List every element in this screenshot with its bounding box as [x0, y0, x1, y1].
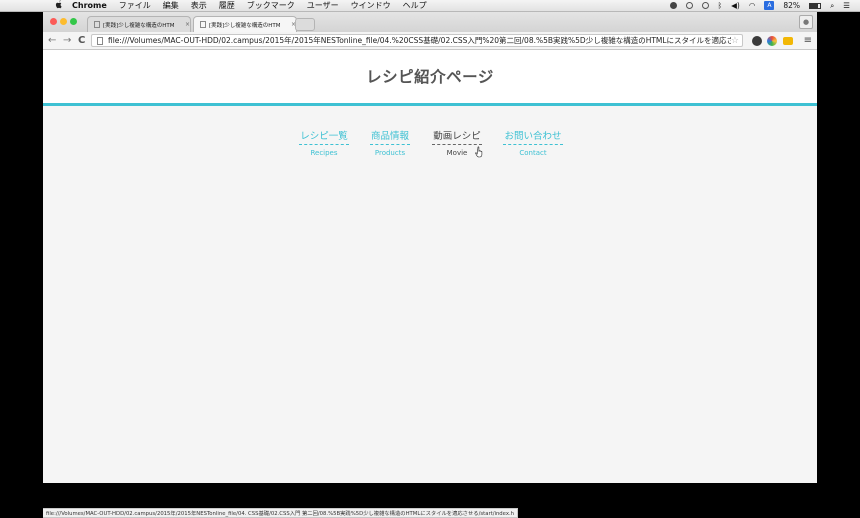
nav-label-jp: お問い合わせ: [503, 128, 563, 145]
page-title: レシピ紹介ページ: [366, 68, 494, 86]
page-icon: [94, 21, 100, 28]
new-tab-button[interactable]: [295, 18, 315, 31]
nav-item-recipes[interactable]: レシピ一覧 Recipes: [299, 128, 349, 157]
tab-title: [実践]少し複雑な構造のHTM: [103, 22, 175, 29]
battery-percent: 82%: [783, 1, 801, 10]
menu-view[interactable]: 表示: [191, 0, 207, 11]
hand-pointer-cursor-icon: [475, 146, 483, 158]
zoom-window-button[interactable]: [70, 18, 77, 25]
address-bar-url[interactable]: file:///Volumes/MAC-OUT-HDD/02.campus/20…: [108, 35, 731, 46]
notification-center-icon[interactable]: ☰: [843, 1, 850, 10]
nav-item-products[interactable]: 商品情報 Products: [370, 128, 410, 157]
status-bar-link-preview: file:///Volumes/MAC-OUT-HDD/02.campus/20…: [43, 508, 519, 518]
nav-label-en: Contact: [519, 149, 547, 157]
reload-button[interactable]: C: [78, 34, 85, 47]
page-icon: [200, 21, 206, 28]
nav-label-jp: 動画レシピ: [432, 128, 482, 145]
menu-bookmarks[interactable]: ブックマーク: [247, 0, 295, 11]
forward-button[interactable]: →: [63, 34, 71, 47]
back-button[interactable]: ←: [48, 34, 56, 47]
record-icon[interactable]: [669, 2, 677, 9]
extension-icon-1[interactable]: [752, 36, 762, 46]
nav-label-jp: レシピ一覧: [299, 128, 349, 145]
page-viewport: レシピ紹介ページ レシピ一覧 Recipes 商品情報 Products 動画レ…: [43, 50, 817, 518]
status-circle-icon[interactable]: [685, 2, 693, 9]
tab-close-icon[interactable]: ×: [185, 21, 190, 28]
extension-icon-2[interactable]: [767, 36, 777, 46]
minimize-window-button[interactable]: [60, 18, 67, 25]
browser-toolbar: ← → C file:///Volumes/MAC-OUT-HDD/02.cam…: [43, 32, 817, 50]
extension-icon-3[interactable]: [783, 37, 793, 45]
menubar-status-area: ᛒ ◀) ◠ A 82% ⌕ ☰: [669, 0, 850, 11]
nav-item-contact[interactable]: お問い合わせ Contact: [503, 128, 563, 157]
nav-label-en: Products: [374, 149, 406, 157]
wifi-icon[interactable]: ◠: [749, 1, 756, 10]
menu-file[interactable]: ファイル: [119, 0, 151, 11]
tab-2-active[interactable]: [実践]少し複雑な構造のHTM ×: [193, 16, 297, 32]
bluetooth-icon[interactable]: ᛒ: [718, 1, 723, 10]
menu-users[interactable]: ユーザー: [307, 0, 339, 11]
input-source-icon[interactable]: A: [764, 1, 775, 10]
address-bar[interactable]: file:///Volumes/MAC-OUT-HDD/02.campus/20…: [91, 34, 743, 47]
global-nav: レシピ一覧 Recipes 商品情報 Products 動画レシピ Movie …: [43, 128, 817, 158]
page-icon: [97, 36, 103, 45]
bookmark-star-icon[interactable]: ☆: [731, 36, 739, 46]
site-header: レシピ紹介ページ: [43, 50, 817, 106]
nav-label-en: Recipes: [310, 149, 338, 157]
time-machine-icon[interactable]: [701, 2, 709, 9]
profile-icon[interactable]: ●: [799, 15, 813, 29]
nav-label-jp: 商品情報: [370, 128, 410, 145]
spotlight-search-icon[interactable]: ⌕: [830, 1, 834, 11]
browser-window: [実践]少し複雑な構造のHTM × [実践]少し複雑な構造のHTM × ● ← …: [43, 12, 817, 518]
apple-menu-icon[interactable]: [54, 0, 64, 12]
menu-history[interactable]: 履歴: [219, 0, 235, 11]
battery-icon[interactable]: [809, 2, 822, 9]
close-window-button[interactable]: [50, 18, 57, 25]
tab-title: [実践]少し複雑な構造のHTM: [209, 22, 281, 29]
menu-window[interactable]: ウインドウ: [351, 0, 391, 11]
tab-strip: [実践]少し複雑な構造のHTM × [実践]少し複雑な構造のHTM × ●: [43, 12, 817, 32]
menu-help[interactable]: ヘルプ: [403, 0, 427, 11]
chrome-menu-icon[interactable]: ≡: [804, 35, 812, 46]
app-name-menu[interactable]: Chrome: [72, 1, 107, 10]
volume-icon[interactable]: ◀): [731, 1, 740, 10]
menu-edit[interactable]: 編集: [163, 0, 179, 11]
mac-menubar: Chrome ファイル 編集 表示 履歴 ブックマーク ユーザー ウインドウ ヘ…: [0, 0, 860, 12]
tab-1[interactable]: [実践]少し複雑な構造のHTM ×: [87, 16, 191, 32]
